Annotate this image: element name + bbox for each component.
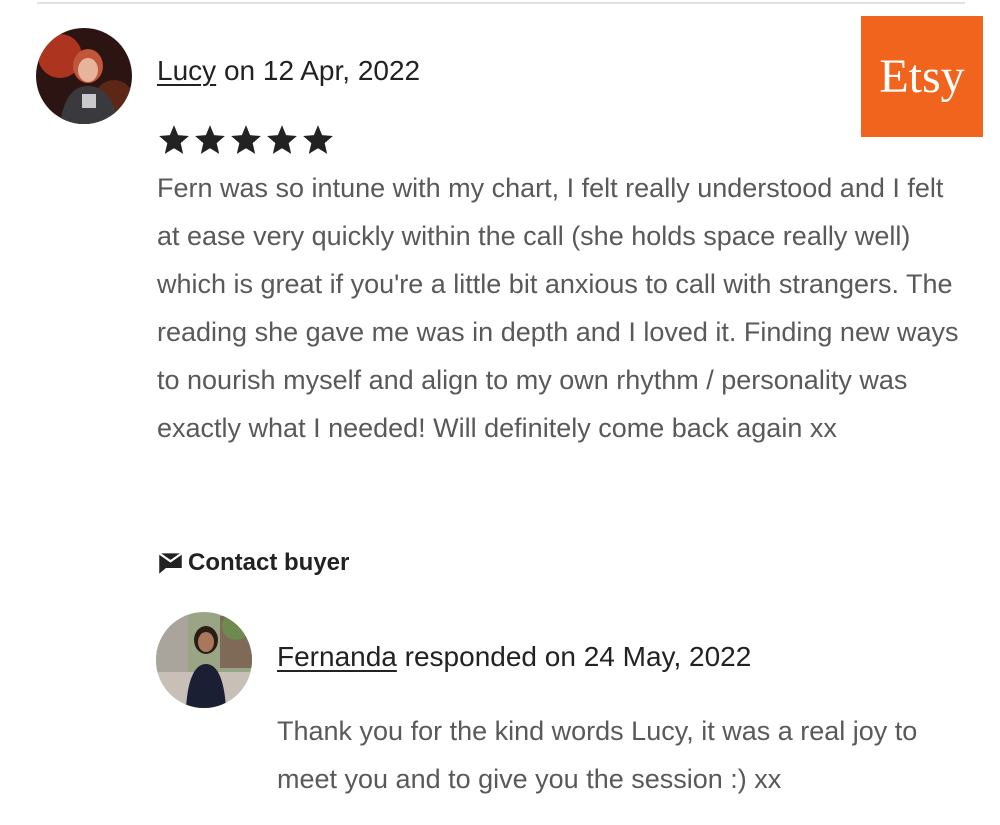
star-icon <box>303 125 333 154</box>
star-rating <box>157 123 337 157</box>
response-text: Thank you for the kind words Lucy, it wa… <box>277 716 918 794</box>
top-divider <box>37 2 965 4</box>
etsy-logo: Etsy <box>861 16 983 137</box>
seller-avatar[interactable] <box>156 612 252 708</box>
etsy-logo-text: Etsy <box>879 50 965 103</box>
reviewer-avatar[interactable] <box>36 28 132 124</box>
star-icon <box>195 125 225 154</box>
seller-avatar-image <box>156 612 252 708</box>
contact-buyer-label: Contact buyer <box>188 549 350 576</box>
responded-prefix: responded on <box>404 641 576 672</box>
seller-name-link[interactable]: Fernanda <box>277 641 397 672</box>
star-icon <box>267 125 297 154</box>
star-icon <box>159 125 189 154</box>
review-text: Fern was so intune with my chart, I felt… <box>157 173 959 443</box>
reviewer-avatar-image <box>36 28 132 124</box>
reviewer-name-link[interactable]: Lucy <box>157 55 216 86</box>
review-date: 12 Apr, 2022 <box>262 55 421 86</box>
review-meta: Lucy on 12 Apr, 2022 <box>157 55 420 87</box>
review-date-prefix: on <box>223 55 256 86</box>
response-meta: Fernanda responded on 24 May, 2022 <box>277 641 751 673</box>
mail-icon <box>158 551 183 574</box>
contact-buyer-button[interactable]: Contact buyer <box>157 549 349 577</box>
response-date: 24 May, 2022 <box>583 641 752 672</box>
star-icon <box>231 125 261 154</box>
